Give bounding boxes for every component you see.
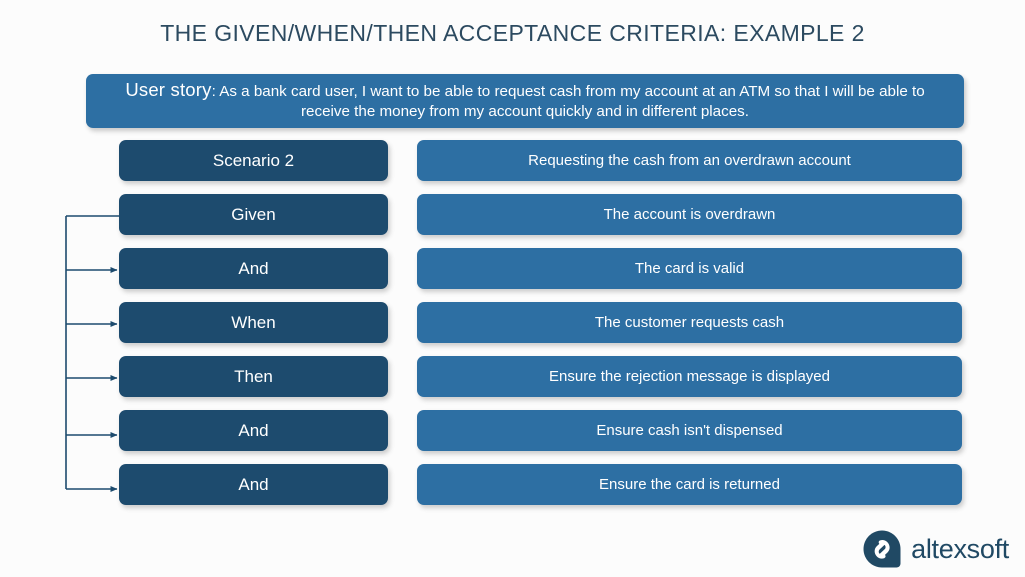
keyword-box-and-1[interactable]: And (119, 248, 388, 289)
description-box-when[interactable]: The customer requests cash (417, 302, 962, 343)
description-box-and-3[interactable]: Ensure the card is returned (417, 464, 962, 505)
description-label: Ensure the card is returned (599, 476, 780, 493)
user-story-banner: User story: As a bank card user, I want … (86, 74, 964, 128)
user-story-text: User story: As a bank card user, I want … (108, 80, 942, 122)
keyword-box-and-2[interactable]: And (119, 410, 388, 451)
table-row: Given The account is overdrawn (0, 194, 1025, 248)
description-label: Ensure cash isn't dispensed (596, 422, 783, 439)
table-row: Then Ensure the rejection message is dis… (0, 356, 1025, 410)
keyword-label: Then (234, 366, 273, 386)
table-row: And Ensure the card is returned (0, 464, 1025, 518)
description-label: The customer requests cash (594, 314, 785, 331)
description-box-scenario[interactable]: Requesting the cash from an overdrawn ac… (417, 140, 962, 181)
keyword-label: Scenario 2 (212, 150, 295, 170)
keyword-label: When (231, 312, 276, 332)
table-row: Scenario 2 Requesting the cash from an o… (0, 140, 1025, 194)
description-label: The card is valid (634, 260, 745, 277)
keyword-box-given[interactable]: Given (119, 194, 388, 235)
keyword-box-then[interactable]: Then (119, 356, 388, 397)
keyword-label: And (238, 474, 269, 494)
keyword-box-when[interactable]: When (119, 302, 388, 343)
criteria-rows: Scenario 2 Requesting the cash from an o… (0, 140, 1025, 518)
keyword-label: Given (231, 204, 276, 224)
table-row: When The customer requests cash (0, 302, 1025, 356)
description-box-then[interactable]: Ensure the rejection message is displaye… (417, 356, 962, 397)
page-title: THE GIVEN/WHEN/THEN ACCEPTANCE CRITERIA:… (160, 20, 865, 46)
altexsoft-logo-icon (863, 530, 901, 568)
keyword-label: And (238, 258, 269, 278)
user-story-body: As a bank card user, I want to be able t… (219, 83, 925, 120)
description-box-and-1[interactable]: The card is valid (417, 248, 962, 289)
description-label: Ensure the rejection message is displaye… (549, 368, 830, 385)
description-label: The account is overdrawn (603, 206, 776, 223)
table-row: And The card is valid (0, 248, 1025, 302)
table-row: And Ensure cash isn't dispensed (0, 410, 1025, 464)
brand-wordmark: altexsoft (911, 533, 1009, 564)
keyword-box-and-3[interactable]: And (119, 464, 388, 505)
description-box-given[interactable]: The account is overdrawn (417, 194, 962, 235)
slide-canvas: THE GIVEN/WHEN/THEN ACCEPTANCE CRITERIA:… (0, 0, 1025, 577)
keyword-label: And (238, 420, 269, 440)
keyword-box-scenario[interactable]: Scenario 2 (119, 140, 388, 181)
user-story-label: User story (125, 79, 212, 100)
description-box-and-2[interactable]: Ensure cash isn't dispensed (417, 410, 962, 451)
description-label: Requesting the cash from an overdrawn ac… (528, 152, 851, 169)
brand-logo: altexsoft (862, 529, 1009, 569)
